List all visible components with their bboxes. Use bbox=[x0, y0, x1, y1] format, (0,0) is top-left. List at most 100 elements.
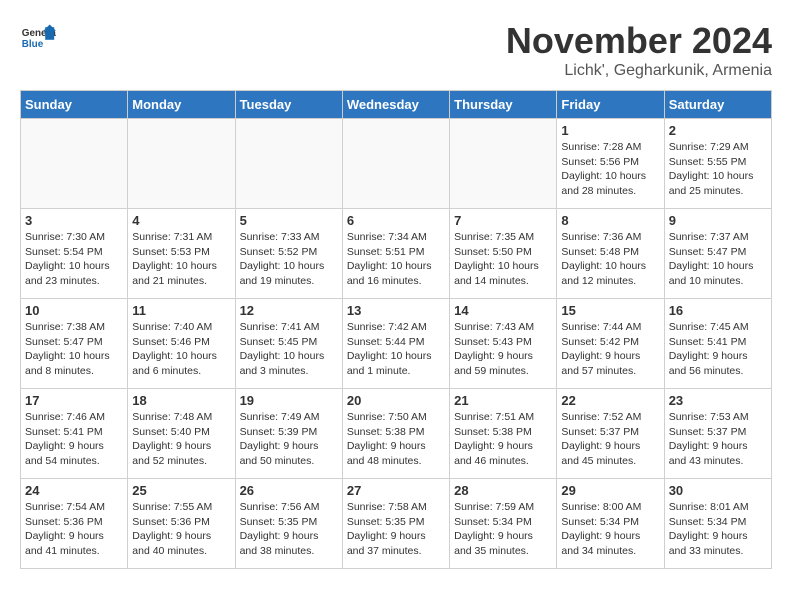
day-detail: Sunrise: 7:34 AM Sunset: 5:51 PM Dayligh… bbox=[347, 230, 445, 289]
day-number: 3 bbox=[25, 213, 123, 228]
day-cell: 9Sunrise: 7:37 AM Sunset: 5:47 PM Daylig… bbox=[664, 209, 771, 299]
day-number: 29 bbox=[561, 483, 659, 498]
day-number: 9 bbox=[669, 213, 767, 228]
day-detail: Sunrise: 7:46 AM Sunset: 5:41 PM Dayligh… bbox=[25, 410, 123, 469]
day-cell: 24Sunrise: 7:54 AM Sunset: 5:36 PM Dayli… bbox=[21, 479, 128, 569]
day-detail: Sunrise: 7:36 AM Sunset: 5:48 PM Dayligh… bbox=[561, 230, 659, 289]
day-detail: Sunrise: 7:42 AM Sunset: 5:44 PM Dayligh… bbox=[347, 320, 445, 379]
day-detail: Sunrise: 8:01 AM Sunset: 5:34 PM Dayligh… bbox=[669, 500, 767, 559]
day-detail: Sunrise: 7:41 AM Sunset: 5:45 PM Dayligh… bbox=[240, 320, 338, 379]
day-detail: Sunrise: 7:58 AM Sunset: 5:35 PM Dayligh… bbox=[347, 500, 445, 559]
logo: General Blue bbox=[20, 20, 56, 56]
day-cell bbox=[21, 119, 128, 209]
header-wednesday: Wednesday bbox=[342, 91, 449, 119]
day-number: 25 bbox=[132, 483, 230, 498]
day-cell: 21Sunrise: 7:51 AM Sunset: 5:38 PM Dayli… bbox=[450, 389, 557, 479]
day-cell: 26 Sunrise: 7:56 AM Sunset: 5:35 PM Dayli… bbox=[235, 479, 342, 569]
day-cell bbox=[128, 119, 235, 209]
day-number: 14 bbox=[454, 303, 552, 318]
day-cell: 18 Sunrise: 7:48 AM Sunset: 5:40 PM Dayli… bbox=[128, 389, 235, 479]
day-number: 18 bbox=[132, 393, 230, 408]
day-cell: 11 Sunrise: 7:40 AM Sunset: 5:46 PM Dayli… bbox=[128, 299, 235, 389]
day-number: 28 bbox=[454, 483, 552, 498]
day-number: 1 bbox=[561, 123, 659, 138]
day-detail: Sunrise: 7:38 AM Sunset: 5:47 PM Dayligh… bbox=[25, 320, 123, 379]
day-cell: 30 Sunrise: 8:01 AM Sunset: 5:34 PM Dayli… bbox=[664, 479, 771, 569]
header-thursday: Thursday bbox=[450, 91, 557, 119]
day-cell: 15 Sunrise: 7:44 AM Sunset: 5:42 PM Dayli… bbox=[557, 299, 664, 389]
header-saturday: Saturday bbox=[664, 91, 771, 119]
day-cell: 6 Sunrise: 7:34 AM Sunset: 5:51 PM Daylig… bbox=[342, 209, 449, 299]
day-number: 8 bbox=[561, 213, 659, 228]
week-row-0: 1 Sunrise: 7:28 AM Sunset: 5:56 PM Daylig… bbox=[21, 119, 772, 209]
day-number: 30 bbox=[669, 483, 767, 498]
week-row-4: 24Sunrise: 7:54 AM Sunset: 5:36 PM Dayli… bbox=[21, 479, 772, 569]
day-detail: Sunrise: 7:29 AM Sunset: 5:55 PM Dayligh… bbox=[669, 140, 767, 199]
calendar-subtitle: Lichk', Gegharkunik, Armenia bbox=[506, 62, 772, 80]
day-detail: Sunrise: 7:43 AM Sunset: 5:43 PM Dayligh… bbox=[454, 320, 552, 379]
day-detail: Sunrise: 7:53 AM Sunset: 5:37 PM Dayligh… bbox=[669, 410, 767, 469]
day-cell: 8 Sunrise: 7:36 AM Sunset: 5:48 PM Daylig… bbox=[557, 209, 664, 299]
day-detail: Sunrise: 7:40 AM Sunset: 5:46 PM Dayligh… bbox=[132, 320, 230, 379]
day-number: 16 bbox=[669, 303, 767, 318]
day-number: 17 bbox=[25, 393, 123, 408]
day-cell: 22Sunrise: 7:52 AM Sunset: 5:37 PM Dayli… bbox=[557, 389, 664, 479]
day-number: 13 bbox=[347, 303, 445, 318]
day-detail: Sunrise: 7:51 AM Sunset: 5:38 PM Dayligh… bbox=[454, 410, 552, 469]
header-friday: Friday bbox=[557, 91, 664, 119]
day-number: 6 bbox=[347, 213, 445, 228]
day-number: 11 bbox=[132, 303, 230, 318]
day-detail: Sunrise: 7:45 AM Sunset: 5:41 PM Dayligh… bbox=[669, 320, 767, 379]
day-detail: Sunrise: 7:56 AM Sunset: 5:35 PM Dayligh… bbox=[240, 500, 338, 559]
day-cell: 28Sunrise: 7:59 AM Sunset: 5:34 PM Dayli… bbox=[450, 479, 557, 569]
day-cell: 14 Sunrise: 7:43 AM Sunset: 5:43 PM Dayli… bbox=[450, 299, 557, 389]
page-header: General Blue November 2024 Lichk', Gegha… bbox=[20, 20, 772, 80]
day-number: 23 bbox=[669, 393, 767, 408]
svg-text:Blue: Blue bbox=[22, 39, 44, 50]
day-cell: 4 Sunrise: 7:31 AM Sunset: 5:53 PM Daylig… bbox=[128, 209, 235, 299]
day-number: 26 bbox=[240, 483, 338, 498]
day-detail: Sunrise: 7:30 AM Sunset: 5:54 PM Dayligh… bbox=[25, 230, 123, 289]
day-cell: 23 Sunrise: 7:53 AM Sunset: 5:37 PM Dayli… bbox=[664, 389, 771, 479]
header-monday: Monday bbox=[128, 91, 235, 119]
day-cell bbox=[235, 119, 342, 209]
calendar-title: November 2024 bbox=[506, 20, 772, 62]
day-cell: 12Sunrise: 7:41 AM Sunset: 5:45 PM Dayli… bbox=[235, 299, 342, 389]
day-detail: Sunrise: 7:28 AM Sunset: 5:56 PM Dayligh… bbox=[561, 140, 659, 199]
day-number: 15 bbox=[561, 303, 659, 318]
day-cell: 10 Sunrise: 7:38 AM Sunset: 5:47 PM Dayli… bbox=[21, 299, 128, 389]
day-cell: 5 Sunrise: 7:33 AM Sunset: 5:52 PM Daylig… bbox=[235, 209, 342, 299]
day-detail: Sunrise: 7:33 AM Sunset: 5:52 PM Dayligh… bbox=[240, 230, 338, 289]
header-tuesday: Tuesday bbox=[235, 91, 342, 119]
day-number: 19 bbox=[240, 393, 338, 408]
day-cell: 20Sunrise: 7:50 AM Sunset: 5:38 PM Dayli… bbox=[342, 389, 449, 479]
day-number: 7 bbox=[454, 213, 552, 228]
day-detail: Sunrise: 7:54 AM Sunset: 5:36 PM Dayligh… bbox=[25, 500, 123, 559]
week-row-3: 17 Sunrise: 7:46 AM Sunset: 5:41 PM Dayli… bbox=[21, 389, 772, 479]
week-row-2: 10 Sunrise: 7:38 AM Sunset: 5:47 PM Dayli… bbox=[21, 299, 772, 389]
day-cell bbox=[450, 119, 557, 209]
day-cell: 13 Sunrise: 7:42 AM Sunset: 5:44 PM Dayli… bbox=[342, 299, 449, 389]
day-detail: Sunrise: 7:31 AM Sunset: 5:53 PM Dayligh… bbox=[132, 230, 230, 289]
day-cell: 3 Sunrise: 7:30 AM Sunset: 5:54 PM Daylig… bbox=[21, 209, 128, 299]
day-cell: 1 Sunrise: 7:28 AM Sunset: 5:56 PM Daylig… bbox=[557, 119, 664, 209]
day-number: 10 bbox=[25, 303, 123, 318]
day-detail: Sunrise: 7:48 AM Sunset: 5:40 PM Dayligh… bbox=[132, 410, 230, 469]
day-number: 20 bbox=[347, 393, 445, 408]
day-detail: Sunrise: 7:44 AM Sunset: 5:42 PM Dayligh… bbox=[561, 320, 659, 379]
day-number: 27 bbox=[347, 483, 445, 498]
day-cell: 19 Sunrise: 7:49 AM Sunset: 5:39 PM Dayli… bbox=[235, 389, 342, 479]
day-detail: Sunrise: 7:35 AM Sunset: 5:50 PM Dayligh… bbox=[454, 230, 552, 289]
day-cell: 27 Sunrise: 7:58 AM Sunset: 5:35 PM Dayli… bbox=[342, 479, 449, 569]
day-detail: Sunrise: 7:49 AM Sunset: 5:39 PM Dayligh… bbox=[240, 410, 338, 469]
calendar-header-row: Sunday Monday Tuesday Wednesday Thursday… bbox=[21, 91, 772, 119]
day-detail: Sunrise: 8:00 AM Sunset: 5:34 PM Dayligh… bbox=[561, 500, 659, 559]
day-detail: Sunrise: 7:55 AM Sunset: 5:36 PM Dayligh… bbox=[132, 500, 230, 559]
day-cell: 7 Sunrise: 7:35 AM Sunset: 5:50 PM Daylig… bbox=[450, 209, 557, 299]
day-number: 4 bbox=[132, 213, 230, 228]
day-cell: 17 Sunrise: 7:46 AM Sunset: 5:41 PM Dayli… bbox=[21, 389, 128, 479]
day-number: 5 bbox=[240, 213, 338, 228]
title-section: November 2024 Lichk', Gegharkunik, Armen… bbox=[506, 20, 772, 80]
day-cell bbox=[342, 119, 449, 209]
day-detail: Sunrise: 7:52 AM Sunset: 5:37 PM Dayligh… bbox=[561, 410, 659, 469]
